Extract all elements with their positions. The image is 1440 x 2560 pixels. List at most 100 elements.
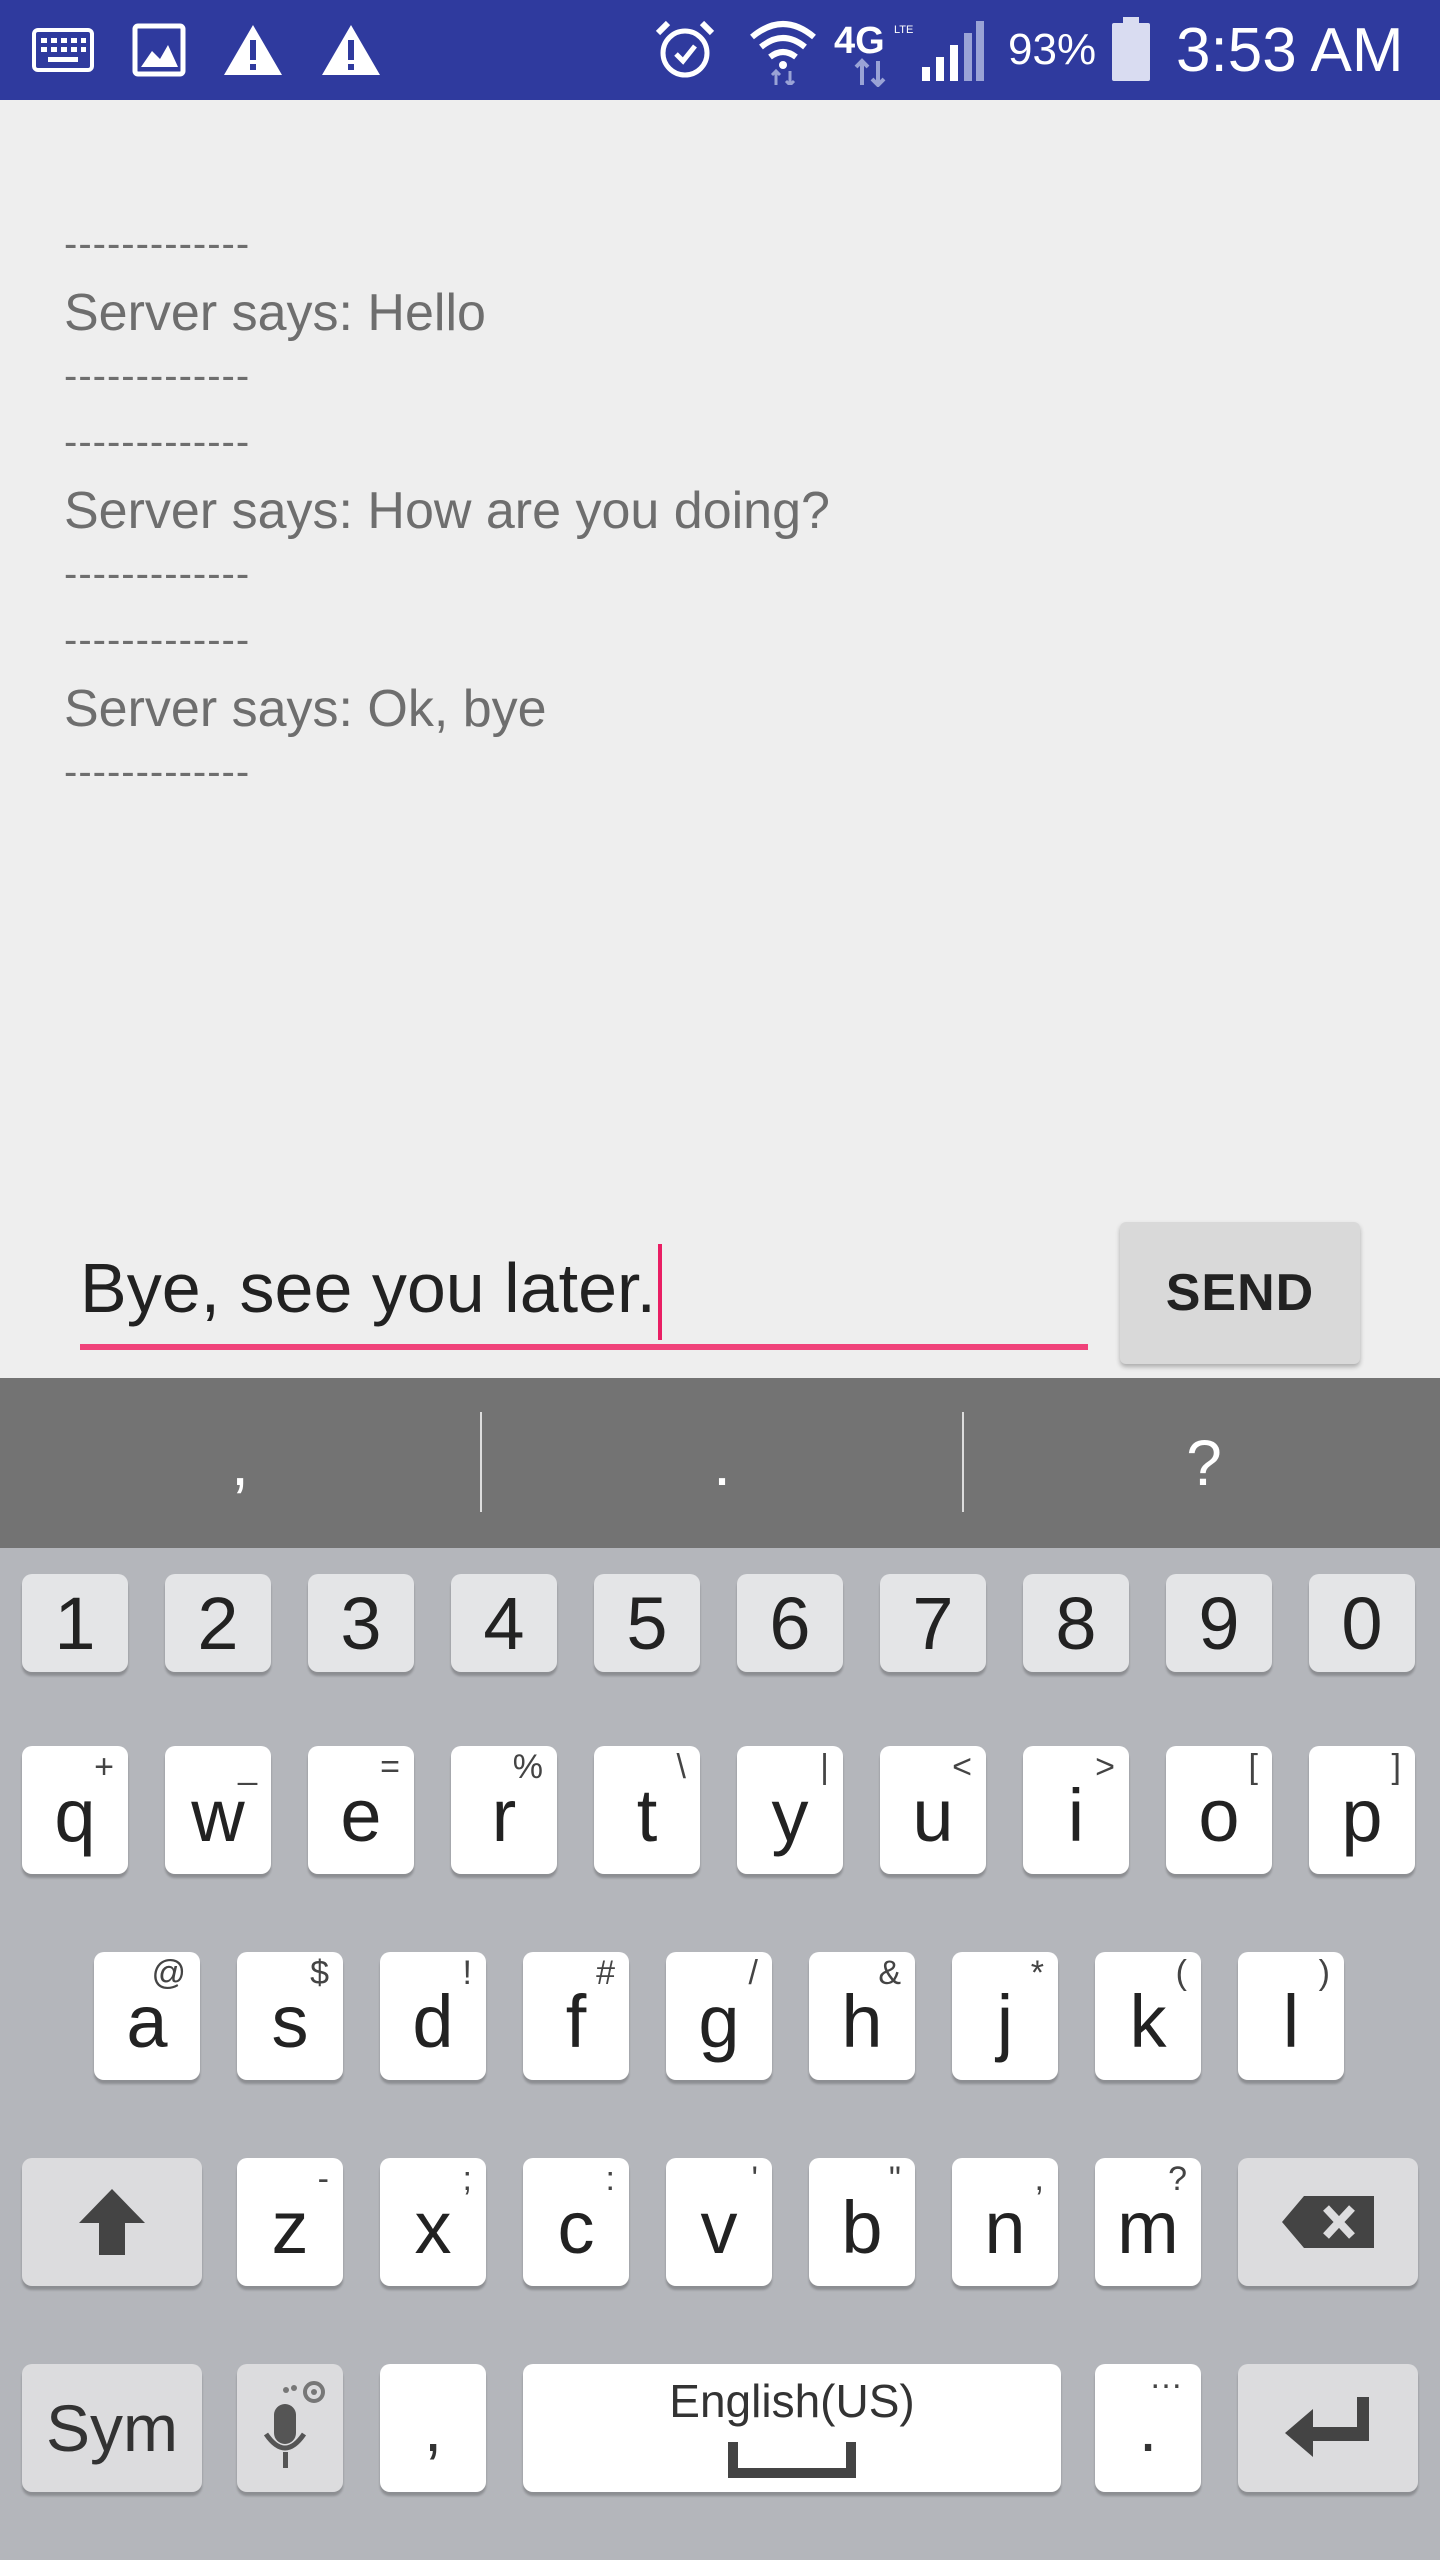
key-hint: ; (462, 2160, 472, 2198)
separator-line: ------------- (64, 354, 251, 398)
status-bar: 4G LTE 93% 3:53 AM (0, 0, 1440, 100)
key-i[interactable]: > i (1023, 1746, 1129, 1874)
key-j[interactable]: * j (952, 1952, 1058, 2080)
key-8[interactable]: 8 (1023, 1574, 1129, 1672)
key-1[interactable]: 1 (22, 1574, 128, 1672)
key-label: i (1067, 1773, 1085, 1857)
key-u[interactable]: < u (880, 1746, 986, 1874)
key-hint: \ (676, 1748, 686, 1786)
key-a[interactable]: @ a (94, 1952, 200, 2080)
key-hint: … (1149, 2358, 1183, 2396)
signal-icon (920, 0, 986, 100)
backspace-icon (1282, 2196, 1374, 2248)
key-hint: < (952, 1748, 972, 1786)
key-7[interactable]: 7 (880, 1574, 986, 1672)
key-z[interactable]: -z (237, 2158, 343, 2286)
key-e[interactable]: = e (308, 1746, 414, 1874)
enter-key[interactable] (1238, 2364, 1418, 2492)
input-underline (80, 1344, 1088, 1350)
separator-line: ------------- (64, 750, 251, 794)
chat-log: ------------- Server says: Hello -------… (64, 214, 1364, 808)
microphone-icon (263, 2381, 325, 2468)
key-label: w (191, 1773, 245, 1857)
key-label: y (771, 1773, 809, 1857)
send-button[interactable]: SEND (1120, 1222, 1360, 1364)
key-hint: $ (310, 1954, 329, 1992)
key-y[interactable]: | y (737, 1746, 843, 1874)
key-0[interactable]: 0 (1309, 1574, 1415, 1672)
key-o[interactable]: [o (1166, 1746, 1272, 1874)
key-r[interactable]: % r (451, 1746, 557, 1874)
key-label: k (1129, 1979, 1167, 2063)
key-l[interactable]: ) l (1238, 1952, 1344, 2080)
separator-line: ------------- (64, 552, 251, 596)
key-p[interactable]: ] p (1309, 1746, 1415, 1874)
key-label: g (698, 1979, 740, 2063)
separator-line: ------------- (64, 618, 251, 662)
key-hint: = (380, 1748, 400, 1786)
svg-text:LTE: LTE (894, 24, 913, 36)
key-6[interactable]: 6 (737, 1574, 843, 1672)
space-icon (728, 2442, 856, 2478)
key-label: z (271, 2185, 309, 2269)
message-text: Server says: How are you doing? (64, 482, 830, 540)
suggestion-period[interactable]: . (482, 1378, 962, 1548)
sym-key[interactable]: Sym (22, 2364, 202, 2492)
shift-key[interactable] (22, 2158, 202, 2286)
key-label: q (54, 1773, 96, 1857)
text-cursor (657, 1244, 662, 1340)
key-label: , (423, 2391, 443, 2465)
key-hint: [ (1248, 1748, 1258, 1786)
key-2[interactable]: 2 (165, 1574, 271, 1672)
suggestion-comma[interactable]: , (0, 1378, 480, 1548)
key-hint: ] (1391, 1748, 1401, 1786)
key-hint: / (748, 1954, 758, 1992)
key-x[interactable]: ; x (380, 2158, 486, 2286)
key-q[interactable]: + q (22, 1746, 128, 1874)
key-label: d (412, 1979, 454, 2063)
suggestion-question[interactable]: ? (964, 1378, 1440, 1548)
voice-input-key[interactable] (237, 2364, 343, 2492)
key-hint: _ (238, 1748, 257, 1786)
backspace-key[interactable] (1238, 2158, 1418, 2286)
key-hint: " (888, 2160, 901, 2198)
key-c[interactable]: :c (523, 2158, 629, 2286)
key-s[interactable]: $ s (237, 1952, 343, 2080)
space-key[interactable]: English(US) (523, 2364, 1061, 2492)
svg-text:4G: 4G (834, 20, 885, 62)
separator-line: ------------- (64, 420, 251, 464)
sym-label: Sym (46, 2391, 178, 2465)
key-4[interactable]: 4 (451, 1574, 557, 1672)
warning-icon (320, 0, 382, 100)
key-5[interactable]: 5 (594, 1574, 700, 1672)
shift-icon (79, 2189, 145, 2255)
key-hint: | (820, 1748, 829, 1786)
separator-line: ------------- (64, 222, 251, 266)
comma-key[interactable]: , (380, 2364, 486, 2492)
key-t[interactable]: \ t (594, 1746, 700, 1874)
key-k[interactable]: (k (1095, 1952, 1201, 2080)
key-hint: ! (462, 1954, 472, 1992)
key-label: b (841, 2185, 883, 2269)
chat-message: ------------- Server says: Ok, bye -----… (64, 610, 1364, 808)
key-g[interactable]: / g (666, 1952, 772, 2080)
key-3[interactable]: 3 (308, 1574, 414, 1672)
key-d[interactable]: ! d (380, 1952, 486, 2080)
key-m[interactable]: ? m (1095, 2158, 1201, 2286)
key-hint: - (317, 2160, 329, 2198)
period-key[interactable]: … . (1095, 2358, 1201, 2492)
key-n[interactable]: ,n (952, 2158, 1058, 2286)
4g-lte-icon: 4G LTE (834, 0, 914, 100)
key-f[interactable]: # f (523, 1952, 629, 2080)
key-hint: ( (1175, 1954, 1187, 1992)
space-label: English(US) (669, 2375, 915, 2427)
key-h[interactable]: & h (809, 1952, 915, 2080)
key-v[interactable]: ' v (666, 2158, 772, 2286)
battery-icon (1110, 0, 1152, 100)
alarm-icon (654, 0, 716, 100)
key-b[interactable]: " b (809, 2158, 915, 2286)
key-9[interactable]: 9 (1166, 1574, 1272, 1672)
message-input[interactable]: Bye, see you later. (80, 1240, 1088, 1350)
key-w[interactable]: _ w (165, 1746, 271, 1874)
key-hint: ) (1318, 1954, 1330, 1992)
